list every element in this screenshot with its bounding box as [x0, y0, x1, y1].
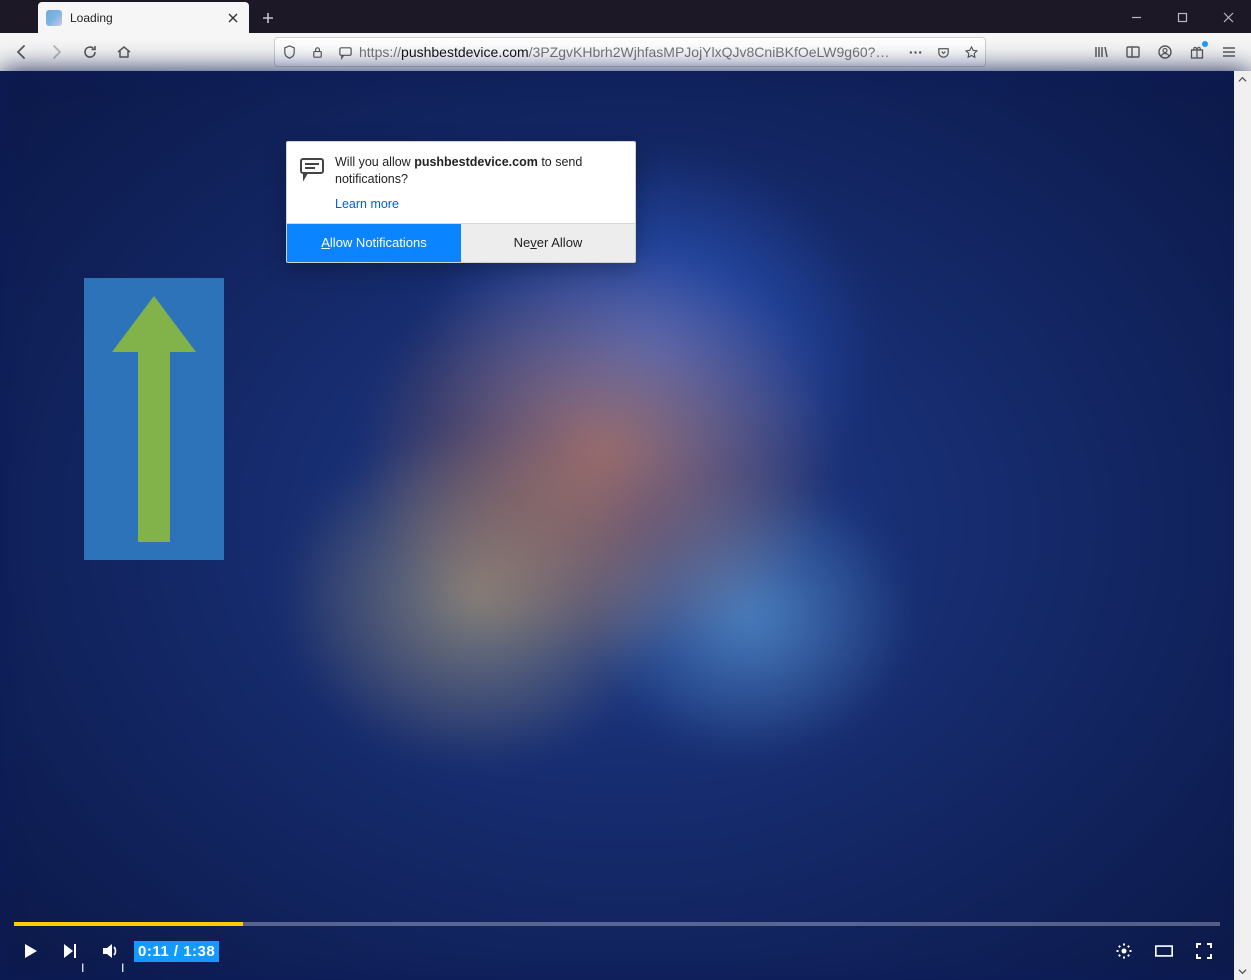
notification-dot-icon	[1202, 41, 1208, 47]
vertical-scrollbar[interactable]	[1234, 71, 1251, 980]
new-tab-button[interactable]	[255, 5, 281, 31]
home-button[interactable]	[110, 38, 138, 66]
fullscreen-icon[interactable]	[1188, 936, 1220, 966]
page-actions-icon[interactable]	[901, 38, 929, 66]
chat-bubble-icon	[299, 156, 325, 213]
account-icon[interactable]	[1151, 38, 1179, 66]
player-controls: | | 0:11 / 1:38	[14, 936, 1220, 966]
bookmark-star-icon[interactable]	[957, 38, 985, 66]
scroll-down-icon[interactable]	[1234, 963, 1251, 980]
whatsnew-icon[interactable]	[1183, 38, 1211, 66]
toolbar: https://pushbestdevice.com/3PZgvKHbrh2Wj…	[0, 33, 1251, 71]
window-minimize-button[interactable]	[1113, 1, 1159, 33]
arrow-hint-overlay	[84, 278, 224, 560]
window-maximize-button[interactable]	[1159, 1, 1205, 33]
url-host: pushbestdevice.com	[401, 44, 529, 60]
perm-site: pushbestdevice.com	[414, 155, 538, 169]
permission-message: Will you allow pushbestdevice.com to sen…	[335, 154, 621, 213]
reload-button[interactable]	[76, 38, 104, 66]
allow-notifications-button[interactable]: Allow Notifications	[287, 224, 461, 262]
next-button[interactable]: |	[54, 936, 86, 966]
window-controls	[1113, 1, 1251, 33]
favicon-icon	[46, 10, 62, 26]
time-display: 0:11 / 1:38	[134, 941, 219, 962]
progress-played	[14, 922, 243, 926]
allow-underline: A	[321, 235, 330, 250]
play-button[interactable]	[14, 936, 46, 966]
progress-bar[interactable]	[14, 922, 1220, 926]
allow-rest: llow Notifications	[330, 235, 427, 250]
url-path: /3PZgvKHbrh2WjhfasMPJojYlxQJv8CniBKfOeLW…	[529, 44, 901, 60]
notification-permission-popup: Will you allow pushbestdevice.com to sen…	[286, 141, 636, 263]
library-icon[interactable]	[1087, 38, 1115, 66]
url-text[interactable]: https://pushbestdevice.com/3PZgvKHbrh2Wj…	[359, 44, 901, 60]
video-player: | | 0:11 / 1:38	[14, 922, 1220, 966]
url-scheme: https://	[359, 44, 401, 60]
page-content: Will you allow pushbestdevice.com to sen…	[0, 71, 1251, 980]
never-allow-button[interactable]: Never Allow	[461, 224, 635, 262]
perm-prefix: Will you allow	[335, 155, 414, 169]
titlebar: Loading	[0, 0, 1251, 33]
settings-gear-icon[interactable]	[1108, 936, 1140, 966]
theater-mode-icon[interactable]	[1148, 936, 1180, 966]
sidebar-icon[interactable]	[1119, 38, 1147, 66]
learn-more-link[interactable]: Learn more	[335, 196, 621, 213]
volume-sub-icon: |	[121, 962, 124, 972]
back-button[interactable]	[8, 38, 36, 66]
volume-button[interactable]: |	[94, 936, 126, 966]
next-sub-icon: |	[81, 962, 84, 972]
permissions-icon[interactable]	[331, 38, 359, 66]
window-close-button[interactable]	[1205, 1, 1251, 33]
tab-title: Loading	[70, 11, 225, 25]
tracking-protection-icon[interactable]	[275, 38, 303, 66]
browser-tab[interactable]: Loading	[38, 2, 249, 33]
arrow-up-icon	[112, 296, 196, 542]
scroll-up-icon[interactable]	[1234, 71, 1251, 88]
lock-icon[interactable]	[303, 38, 331, 66]
address-bar[interactable]: https://pushbestdevice.com/3PZgvKHbrh2Wj…	[274, 37, 986, 67]
never-prefix: Ne	[514, 235, 531, 250]
forward-button[interactable]	[42, 38, 70, 66]
app-menu-icon[interactable]	[1215, 38, 1243, 66]
never-rest: er Allow	[537, 235, 583, 250]
pocket-icon[interactable]	[929, 38, 957, 66]
tab-close-button[interactable]	[225, 10, 241, 26]
